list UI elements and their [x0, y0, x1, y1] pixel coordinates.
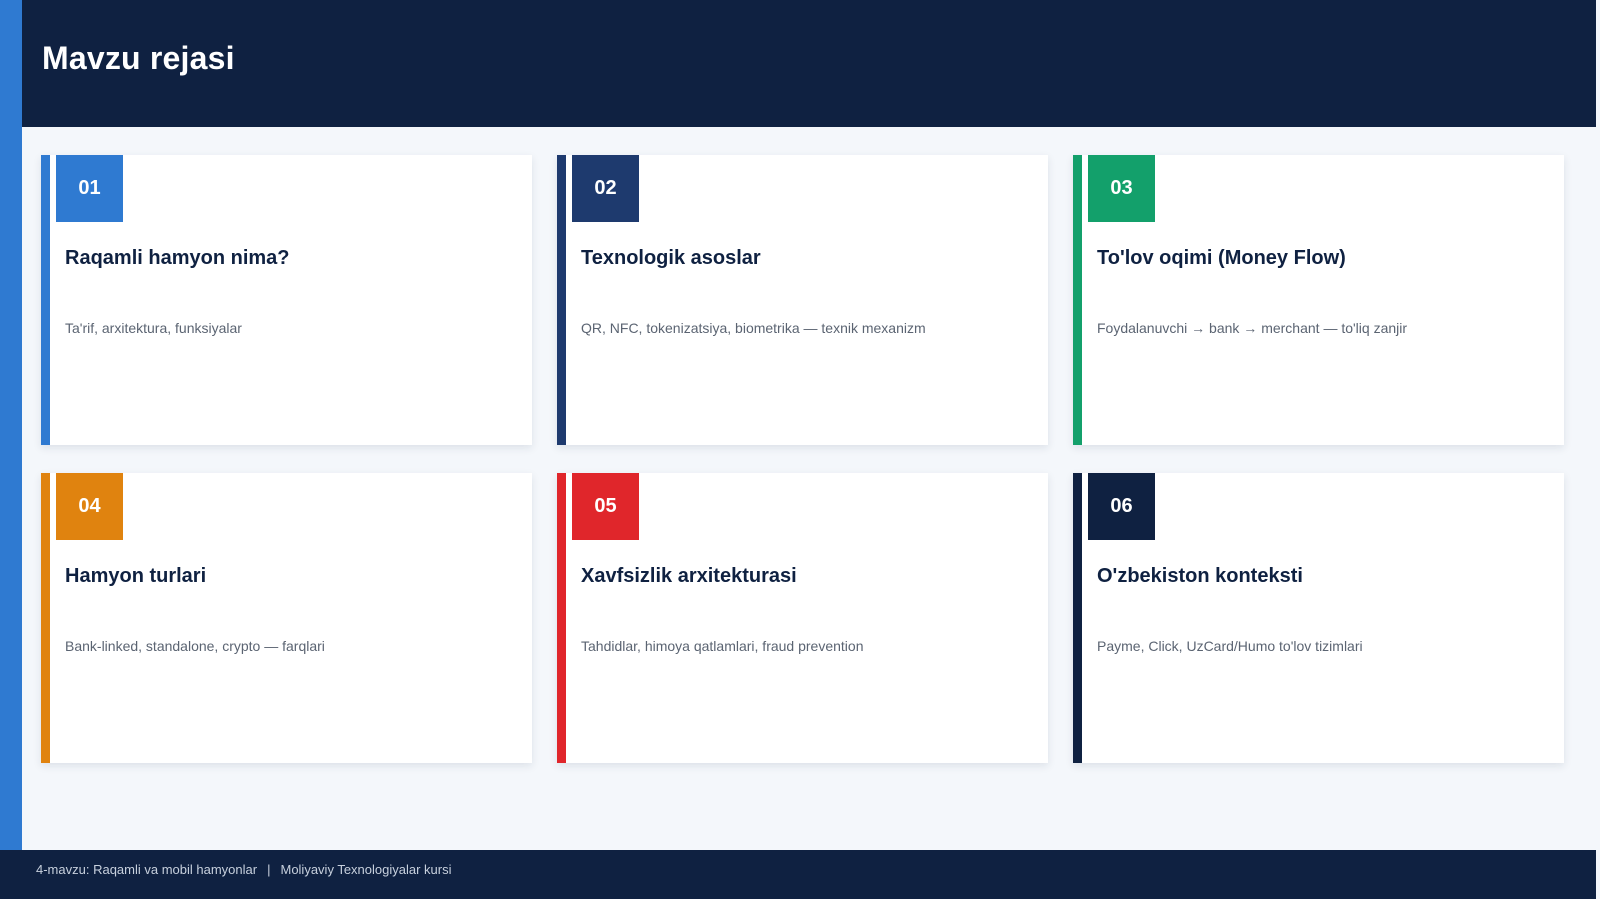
topic-card-3: 03 To'lov oqimi (Money Flow) Foydalanuvc…: [1073, 155, 1564, 445]
footer-separator: |: [267, 862, 271, 877]
card-number-badge: 06: [1088, 473, 1155, 540]
slide: Mavzu rejasi 01 Raqamli hamyon nima? Ta'…: [0, 0, 1600, 899]
topic-card-6: 06 O'zbekiston konteksti Payme, Click, U…: [1073, 473, 1564, 763]
left-accent-bar: [0, 0, 22, 850]
card-title: Raqamli hamyon nima?: [65, 247, 290, 269]
card-description: Bank-linked, standalone, crypto — farqla…: [65, 638, 325, 654]
page-title: Mavzu rejasi: [42, 40, 235, 76]
card-description: QR, NFC, tokenizatsiya, biometrika — tex…: [581, 320, 926, 336]
card-accent-bar: [41, 473, 50, 763]
card-title: O'zbekiston konteksti: [1097, 565, 1303, 587]
footer-topic: 4-mavzu: Raqamli va mobil hamyonlar: [36, 862, 258, 877]
card-title: Texnologik asoslar: [581, 247, 761, 269]
card-number-badge: 05: [572, 473, 639, 540]
footer: 4-mavzu: Raqamli va mobil hamyonlar | Moli…: [0, 850, 1596, 899]
card-accent-bar: [1073, 473, 1082, 763]
topic-card-5: 05 Xavfsizlik arxitekturasi Tahdidlar, h…: [557, 473, 1048, 763]
card-description: Payme, Click, UzCard/Humo to'lov tizimla…: [1097, 638, 1363, 654]
card-number-badge: 02: [572, 155, 639, 222]
topic-card-1: 01 Raqamli hamyon nima? Ta'rif, arxitekt…: [41, 155, 532, 445]
card-title: Xavfsizlik arxitekturasi: [581, 565, 797, 587]
topic-card-2: 02 Texnologik asoslar QR, NFC, tokenizat…: [557, 155, 1048, 445]
card-accent-bar: [557, 473, 566, 763]
card-description: Ta'rif, arxitektura, funksiyalar: [65, 320, 242, 336]
card-description: Tahdidlar, himoya qatlamlari, fraud prev…: [581, 638, 864, 654]
card-title: Hamyon turlari: [65, 565, 207, 587]
card-number-badge: 01: [56, 155, 123, 222]
footer-text: 4-mavzu: Raqamli va mobil hamyonlar | Moli…: [36, 862, 451, 877]
footer-course: Moliyaviy Texnologiyalar kursi: [280, 862, 452, 877]
card-accent-bar: [41, 155, 50, 445]
topic-card-4: 04 Hamyon turlari Bank-linked, standalon…: [41, 473, 532, 763]
card-description: Foydalanuvchi → bank → merchant — to'liq…: [1097, 320, 1408, 336]
header: Mavzu rejasi: [22, 0, 1596, 127]
card-number-badge: 04: [56, 473, 123, 540]
card-number-badge: 03: [1088, 155, 1155, 222]
card-accent-bar: [1073, 155, 1082, 445]
card-accent-bar: [557, 155, 566, 445]
card-title: To'lov oqimi (Money Flow): [1097, 247, 1346, 269]
